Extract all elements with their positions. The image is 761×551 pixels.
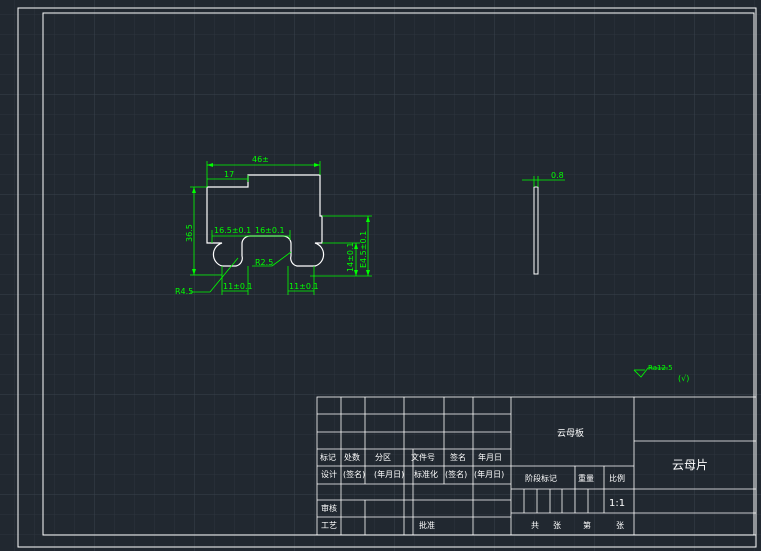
dim-width-total: 46± [252, 155, 269, 164]
label-approve: 批准 [419, 520, 435, 530]
dim-slot-right: 16±0.1 [255, 226, 285, 235]
sheet-no-unit: 张 [616, 521, 624, 530]
roughness-general: (√) [678, 374, 689, 383]
label-design-date: (年月日) [374, 469, 404, 479]
scale-label: 比例 [609, 473, 625, 483]
label-standard-date: (年月日) [474, 469, 504, 479]
model-space-grid-major [0, 0, 761, 551]
dim-radius-large: R4.5 [175, 287, 193, 296]
total-sheets-label: 共 [531, 521, 539, 530]
sheet-no-label: 第 [583, 520, 591, 530]
label-date: 年月日 [478, 452, 502, 462]
label-design-sign: (签名) [343, 469, 365, 479]
label-sign: 签名 [450, 452, 466, 462]
label-process: 工艺 [321, 521, 337, 530]
roughness-value: Ra12.5 [648, 364, 673, 372]
dim-radius-small: R2.5 [255, 258, 273, 267]
label-review: 审核 [321, 503, 337, 513]
label-doc-no: 文件号 [411, 452, 435, 462]
dim-height-inner: 14±0.1 [346, 242, 355, 272]
dim-thickness: 0.8 [551, 171, 564, 180]
dim-width-top: 17 [224, 170, 234, 179]
weight-label: 重量 [578, 473, 594, 483]
label-mark: 标记 [320, 452, 336, 462]
material-name: 云母板 [557, 427, 584, 439]
cad-drawing-canvas[interactable]: 46± 17 36.5 16.5±0.1 16±0.1 R2.5 R4.5 11… [0, 0, 761, 551]
dim-height-right: E4.5±0.1 [359, 231, 368, 268]
dim-hole-right: 11±0.1 [289, 282, 319, 291]
label-standard-sign: (签名) [445, 469, 467, 479]
label-standard: 标准化 [414, 469, 438, 479]
stage-mark-label: 阶段标记 [525, 473, 557, 483]
label-design: 设计 [321, 469, 337, 479]
dim-hole-left: 11±0.1 [223, 282, 253, 291]
label-count: 处数 [344, 452, 360, 462]
dim-height-total: 36.5 [185, 224, 194, 242]
part-name: 云母片 [672, 458, 708, 472]
total-sheets-unit: 张 [553, 521, 561, 530]
scale-value: 1:1 [609, 498, 625, 509]
label-zone: 分区 [375, 453, 391, 462]
dim-slot-left: 16.5±0.1 [214, 226, 251, 235]
